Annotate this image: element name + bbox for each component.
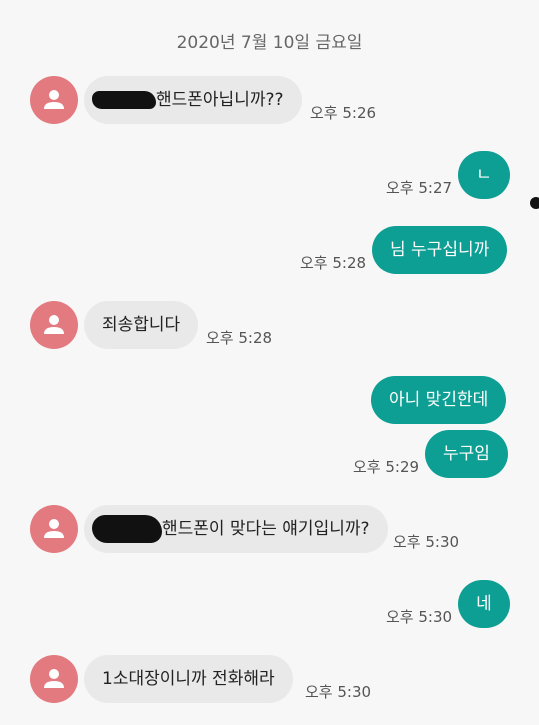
person-icon: [44, 519, 64, 538]
message-text: 아니 맞긴한데: [389, 390, 489, 410]
redacted-name-scribble: [92, 91, 156, 109]
person-icon: [44, 90, 64, 109]
avatar[interactable]: [30, 655, 78, 703]
message-bubble-outgoing[interactable]: 네: [458, 580, 510, 628]
message-bubble-outgoing[interactable]: 님 누구십니까: [372, 226, 508, 274]
message-time: 오후 5:28: [300, 254, 367, 272]
message-text: 죄송합니다: [102, 315, 181, 335]
message-time: 오후 5:29: [353, 458, 420, 476]
message-time: 오후 5:30: [305, 683, 372, 701]
avatar[interactable]: [30, 505, 78, 553]
message-text: ㄴ: [476, 165, 492, 185]
redacted-name-scribble: [92, 515, 162, 543]
message-bubble-outgoing[interactable]: 아니 맞긴한데: [371, 376, 507, 424]
person-icon: [44, 669, 64, 688]
message-bubble-incoming[interactable]: 1소대장이니까 전화해라: [84, 655, 293, 703]
date-header: 2020년 7월 10일 금요일: [176, 33, 363, 53]
scroll-indicator-dot: [530, 197, 539, 209]
message-bubble-incoming[interactable]: 핸드폰아닙니까??: [84, 76, 302, 124]
message-text: 1소대장이니까 전화해라: [102, 669, 275, 689]
message-time: 오후 5:28: [206, 329, 273, 347]
message-text: 핸드폰아닙니까??: [156, 90, 284, 110]
message-bubble-incoming[interactable]: 핸드폰이 맞다는 얘기입니까?: [84, 505, 388, 553]
message-time: 오후 5:30: [393, 533, 460, 551]
message-bubble-outgoing[interactable]: 누구임: [425, 430, 508, 478]
message-time: 오후 5:30: [386, 608, 453, 626]
avatar[interactable]: [30, 301, 78, 349]
message-text: 핸드폰이 맞다는 얘기입니까?: [162, 519, 370, 539]
message-time: 오후 5:27: [386, 179, 453, 197]
avatar[interactable]: [30, 76, 78, 124]
message-time: 오후 5:26: [310, 104, 377, 122]
message-bubble-outgoing[interactable]: ㄴ: [458, 151, 510, 199]
message-bubble-incoming[interactable]: 죄송합니다: [84, 301, 199, 349]
message-text: 누구임: [443, 444, 490, 464]
person-icon: [44, 315, 64, 334]
message-text: 네: [476, 594, 492, 614]
message-text: 님 누구십니까: [390, 240, 490, 260]
